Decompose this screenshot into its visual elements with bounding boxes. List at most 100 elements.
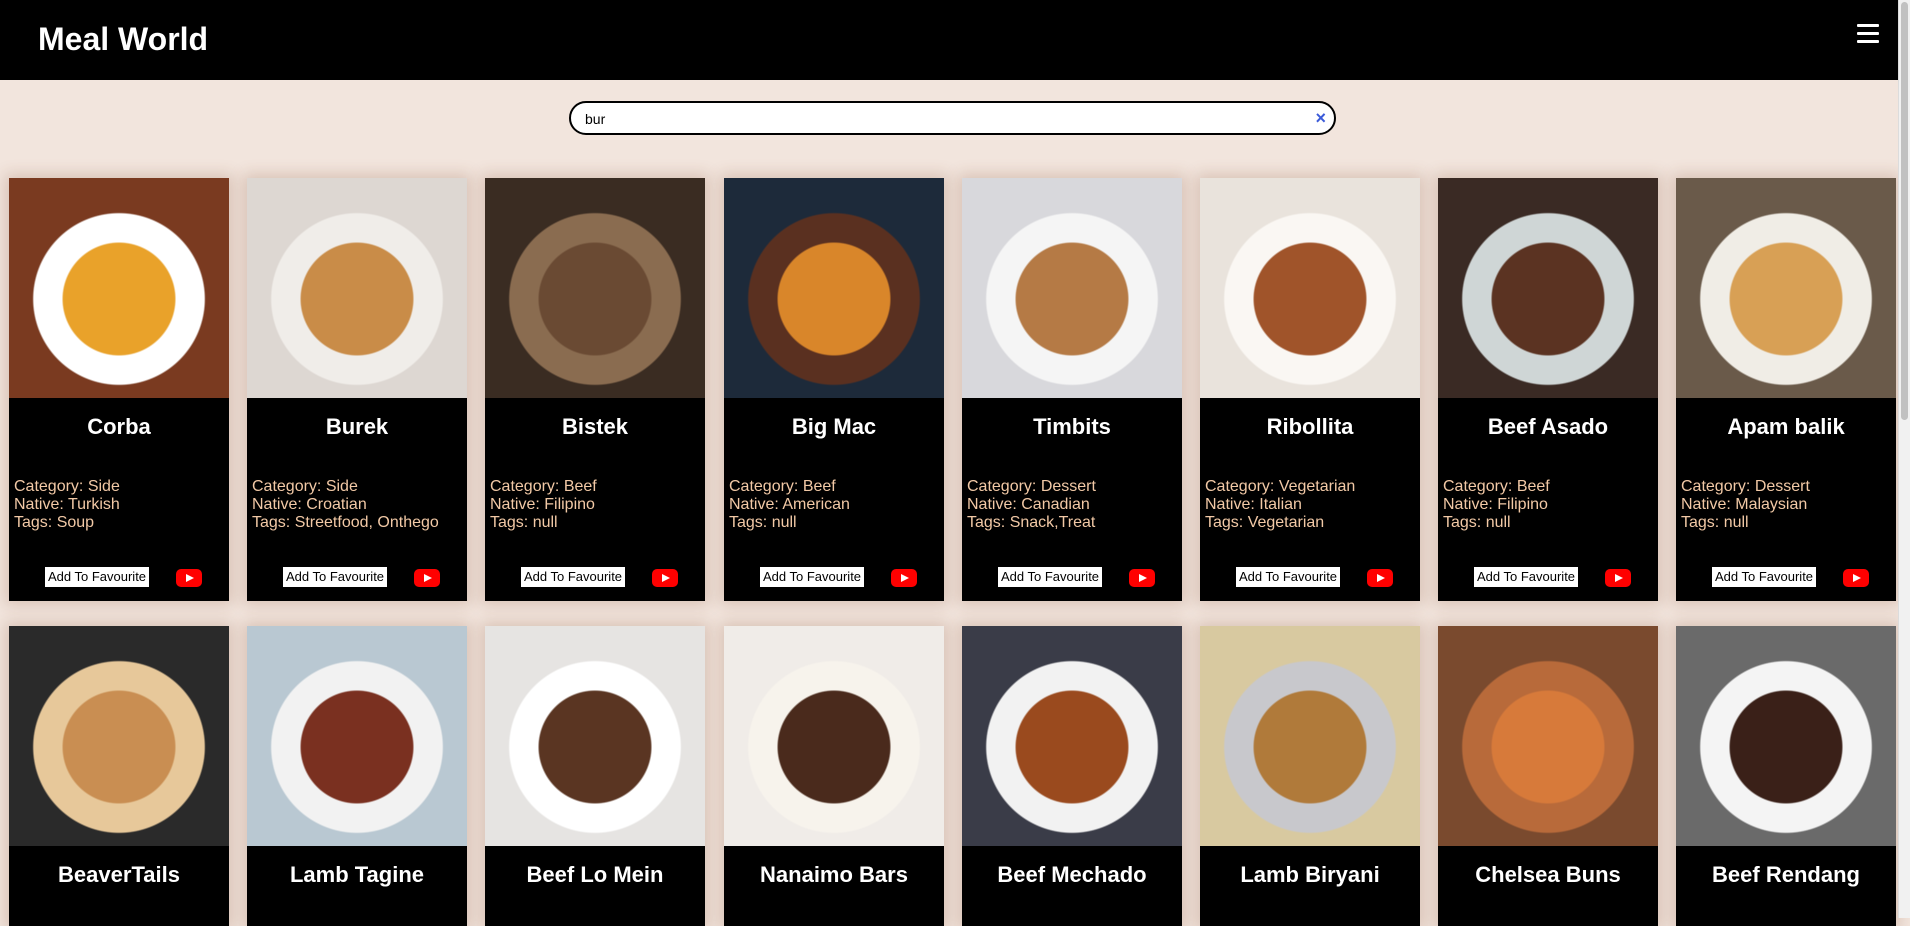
meal-image: [1676, 626, 1896, 846]
meal-card: Burek Category: Side Native: Croatian Tags:…: [247, 178, 467, 601]
meal-card: Beef Rendang: [1676, 626, 1896, 926]
meal-card: Beef Asado Category: Beef Native: Filipino…: [1438, 178, 1658, 601]
meal-card: Bistek Category: Beef Native: Filipino Tags…: [485, 178, 705, 601]
meal-image: [9, 626, 229, 846]
meal-image: [962, 178, 1182, 398]
meal-native: Native: Malaysian: [1681, 496, 1808, 513]
meal-card: Timbits Category: Dessert Native: Canadian…: [962, 178, 1182, 601]
meal-name: Burek: [325, 414, 389, 439]
meal-image: [485, 178, 705, 398]
meal-tags: Tags: Snack,Treat: [967, 514, 1096, 531]
meal-image: [485, 626, 705, 846]
meal-meta: Category: Beef Native: Filipino Tags: null: [490, 478, 597, 532]
meal-name: Ribollita: [1266, 414, 1354, 439]
add-to-favourite-button[interactable]: Add To Favourite: [1473, 566, 1580, 588]
brand-title: Meal World: [38, 21, 209, 57]
meal-name: Beef Asado: [1487, 414, 1609, 439]
meal-tags: Tags: null: [1443, 514, 1511, 531]
meal-name: Corba: [87, 414, 151, 439]
youtube-icon[interactable]: [1605, 569, 1631, 587]
meal-name: Lamb Tagine: [289, 862, 425, 887]
youtube-icon[interactable]: [1129, 569, 1155, 587]
meal-card: BeaverTails: [9, 626, 229, 926]
meal-name: Apam balik: [1727, 414, 1845, 439]
meal-card: Beef Mechado: [962, 626, 1182, 926]
meal-card: Ribollita Category: Vegetarian Native: Ita…: [1200, 178, 1420, 601]
meal-meta: Category: Beef Native: Filipino Tags: null: [1443, 478, 1550, 532]
meal-name: Lamb Biryani: [1240, 862, 1380, 887]
add-to-favourite-button[interactable]: Add To Favourite: [282, 566, 389, 588]
meal-tags: Tags: null: [490, 514, 558, 531]
meal-name: BeaverTails: [58, 862, 180, 887]
meal-image: [962, 626, 1182, 846]
search-input[interactable]: [585, 109, 1285, 129]
meal-image: [1200, 178, 1420, 398]
meal-name: Beef Mechado: [997, 862, 1147, 887]
meal-name: Nanaimo Bars: [760, 862, 908, 887]
add-to-favourite-button[interactable]: Add To Favourite: [1711, 566, 1818, 588]
meal-name: Bistek: [561, 414, 629, 439]
meal-name: Chelsea Buns: [1475, 862, 1621, 887]
meal-meta: Category: Side Native: Croatian Tags: Stre…: [252, 478, 439, 532]
meal-category: Category: Side: [14, 478, 120, 495]
meal-meta: Category: Side Native: Turkish Tags: Soup: [14, 478, 120, 532]
close-icon[interactable]: ×: [1315, 108, 1326, 128]
meal-tags: Tags: null: [1681, 514, 1749, 531]
meal-tags: Tags: Soup: [14, 514, 95, 531]
meal-image: [1438, 626, 1658, 846]
meal-category: Category: Dessert: [967, 478, 1096, 495]
scrollbar-thumb[interactable]: [1901, 2, 1908, 420]
youtube-icon[interactable]: [1843, 569, 1869, 587]
meal-image: [724, 626, 944, 846]
meal-tags: Tags: null: [729, 514, 797, 531]
hamburger-menu-icon[interactable]: [1857, 24, 1881, 48]
youtube-icon[interactable]: [652, 569, 678, 587]
add-to-favourite-button[interactable]: Add To Favourite: [997, 566, 1104, 588]
add-to-favourite-button[interactable]: Add To Favourite: [1235, 566, 1342, 588]
meal-meta: Category: Beef Native: American Tags: null: [729, 478, 850, 532]
meal-card: Nanaimo Bars: [724, 626, 944, 926]
add-to-favourite-button[interactable]: Add To Favourite: [520, 566, 627, 588]
meal-image: [724, 178, 944, 398]
meal-tags: Tags: Streetfood, Onthego: [252, 514, 439, 531]
youtube-icon[interactable]: [1367, 569, 1393, 587]
youtube-icon[interactable]: [176, 569, 202, 587]
meal-name: Beef Lo Mein: [526, 862, 664, 887]
meal-meta: Category: Vegetarian Native: Italian Tags:…: [1205, 478, 1355, 532]
add-to-favourite-button[interactable]: Add To Favourite: [44, 566, 151, 588]
meal-name: Timbits: [1033, 414, 1111, 439]
meal-meta: Category: Dessert Native: Canadian Tags: S…: [967, 478, 1096, 532]
meal-card: Chelsea Buns: [1438, 626, 1658, 926]
add-to-favourite-button[interactable]: Add To Favourite: [759, 566, 866, 588]
meal-image: [9, 178, 229, 398]
meal-card: Corba Category: Side Native: Turkish Tags: …: [9, 178, 229, 601]
meal-image: [247, 626, 467, 846]
meal-category: Category: Beef: [729, 478, 836, 495]
meal-native: Native: Filipino: [1443, 496, 1548, 513]
meal-native: Native: American: [729, 496, 850, 513]
meal-category: Category: Dessert: [1681, 478, 1810, 495]
meal-native: Native: Canadian: [967, 496, 1090, 513]
meal-meta: Category: Dessert Native: Malaysian Tags: …: [1681, 478, 1810, 532]
meal-name: Beef Rendang: [1712, 862, 1860, 887]
meal-native: Native: Croatian: [252, 496, 367, 513]
youtube-icon[interactable]: [414, 569, 440, 587]
meal-category: Category: Beef: [1443, 478, 1550, 495]
meal-native: Native: Turkish: [14, 496, 120, 513]
youtube-icon[interactable]: [891, 569, 917, 587]
meal-category: Category: Side: [252, 478, 358, 495]
meal-image: [247, 178, 467, 398]
meal-tags: Tags: Vegetarian: [1205, 514, 1325, 531]
meal-image: [1676, 178, 1896, 398]
meal-category: Category: Vegetarian: [1205, 478, 1356, 495]
meal-category: Category: Beef: [490, 478, 597, 495]
meal-card: Lamb Tagine: [247, 626, 467, 926]
meal-image: [1200, 626, 1420, 846]
search-box: ×: [569, 101, 1336, 135]
meal-name: Big Mac: [791, 414, 877, 439]
meal-native: Native: Italian: [1205, 496, 1302, 513]
meal-card: Big Mac Category: Beef Native: American Tag…: [724, 178, 944, 601]
page-scrollbar[interactable]: [1898, 0, 1910, 918]
meal-image: [1438, 178, 1658, 398]
meal-card: Beef Lo Mein: [485, 626, 705, 926]
